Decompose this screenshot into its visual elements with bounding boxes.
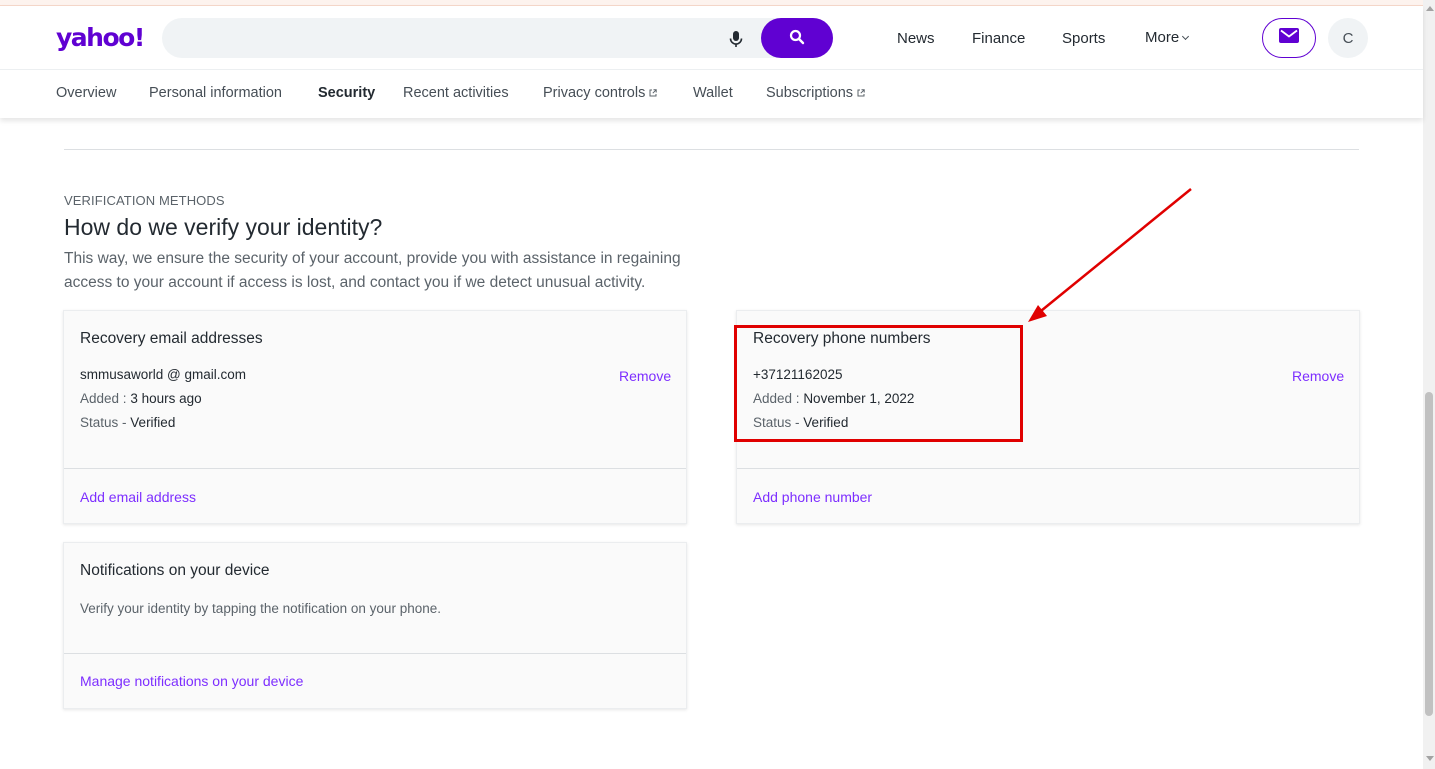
nav-more-label: More: [1145, 29, 1180, 46]
scroll-down-icon[interactable]: [1426, 756, 1434, 761]
header-divider: [0, 69, 1423, 70]
nav-sports[interactable]: Sports: [1062, 30, 1105, 47]
avatar[interactable]: C: [1328, 18, 1368, 58]
mail-icon: [1279, 28, 1299, 48]
scrollbar-thumb[interactable]: [1425, 392, 1433, 716]
chevron-down-icon: [1182, 32, 1190, 41]
tab-security[interactable]: Security: [318, 85, 375, 101]
recovery-phone-card: Recovery phone numbers +37121162025 Adde…: [736, 310, 1360, 524]
add-email-link[interactable]: Add email address: [80, 489, 196, 505]
tab-wallet[interactable]: Wallet: [693, 85, 733, 101]
tab-subscriptions-label: Subscriptions: [766, 85, 854, 101]
tab-subscriptions[interactable]: Subscriptions: [766, 85, 865, 101]
tab-privacy-controls[interactable]: Privacy controls: [543, 85, 658, 101]
section-description: This way, we ensure the security of your…: [64, 250, 681, 291]
phone-added-label: Added :: [753, 391, 800, 406]
card-divider: [64, 468, 686, 469]
card-divider: [737, 468, 1359, 469]
email-status-label: Status -: [80, 415, 127, 430]
external-link-icon: [857, 89, 865, 97]
mail-button[interactable]: [1262, 18, 1316, 58]
page-scrollbar[interactable]: [1423, 0, 1435, 769]
remove-email-link[interactable]: Remove: [619, 368, 671, 384]
tab-privacy-controls-label: Privacy controls: [543, 85, 646, 101]
phone-status-label: Status -: [753, 415, 800, 430]
recovery-email-address: smmusaworld @ gmail.com: [80, 367, 246, 382]
device-notifications-card: Notifications on your device Verify your…: [63, 542, 687, 709]
tab-recent-activities[interactable]: Recent activities: [403, 85, 509, 101]
device-notifications-description: Verify your identity by tapping the noti…: [80, 601, 441, 616]
remove-phone-link[interactable]: Remove: [1292, 368, 1344, 384]
email-status-value: Verified: [130, 415, 176, 430]
phone-status-row: Status - Verified: [753, 415, 848, 430]
phone-added-value: November 1, 2022: [803, 391, 915, 406]
phone-status-value: Verified: [803, 415, 849, 430]
scroll-up-icon[interactable]: [1426, 6, 1434, 11]
recovery-email-card: Recovery email addresses smmusaworld @ g…: [63, 310, 687, 524]
email-status-row: Status - Verified: [80, 415, 175, 430]
email-added-row: Added : 3 hours ago: [80, 391, 202, 406]
recovery-phone-number: +37121162025: [753, 367, 843, 382]
site-header: yahoo! News Finance Sports More C Overvi…: [0, 6, 1423, 118]
email-added-value: 3 hours ago: [130, 391, 202, 406]
section-eyebrow: VERIFICATION METHODS: [64, 193, 225, 208]
card-title: Notifications on your device: [80, 562, 270, 579]
nav-finance[interactable]: Finance: [972, 30, 1025, 47]
section-title: How do we verify your identity?: [64, 214, 383, 240]
tab-personal-information[interactable]: Personal information: [149, 85, 282, 101]
external-link-icon: [649, 89, 658, 97]
search-button[interactable]: [761, 18, 833, 58]
add-phone-link[interactable]: Add phone number: [753, 489, 872, 505]
yahoo-logo[interactable]: yahoo!: [56, 23, 145, 52]
nav-news[interactable]: News: [897, 30, 935, 47]
card-title: Recovery email addresses: [80, 330, 263, 347]
tab-overview[interactable]: Overview: [56, 85, 116, 101]
email-added-label: Added :: [80, 391, 127, 406]
mic-icon[interactable]: [725, 28, 747, 50]
phone-added-row: Added : November 1, 2022: [753, 391, 914, 406]
card-title: Recovery phone numbers: [753, 330, 931, 347]
manage-device-notifications-link[interactable]: Manage notifications on your device: [80, 673, 303, 689]
annotation-arrow-icon: [1028, 188, 1192, 322]
search-icon: [789, 29, 805, 48]
nav-more[interactable]: More: [1145, 29, 1190, 46]
card-divider: [64, 653, 686, 654]
section-divider: [64, 149, 1359, 150]
